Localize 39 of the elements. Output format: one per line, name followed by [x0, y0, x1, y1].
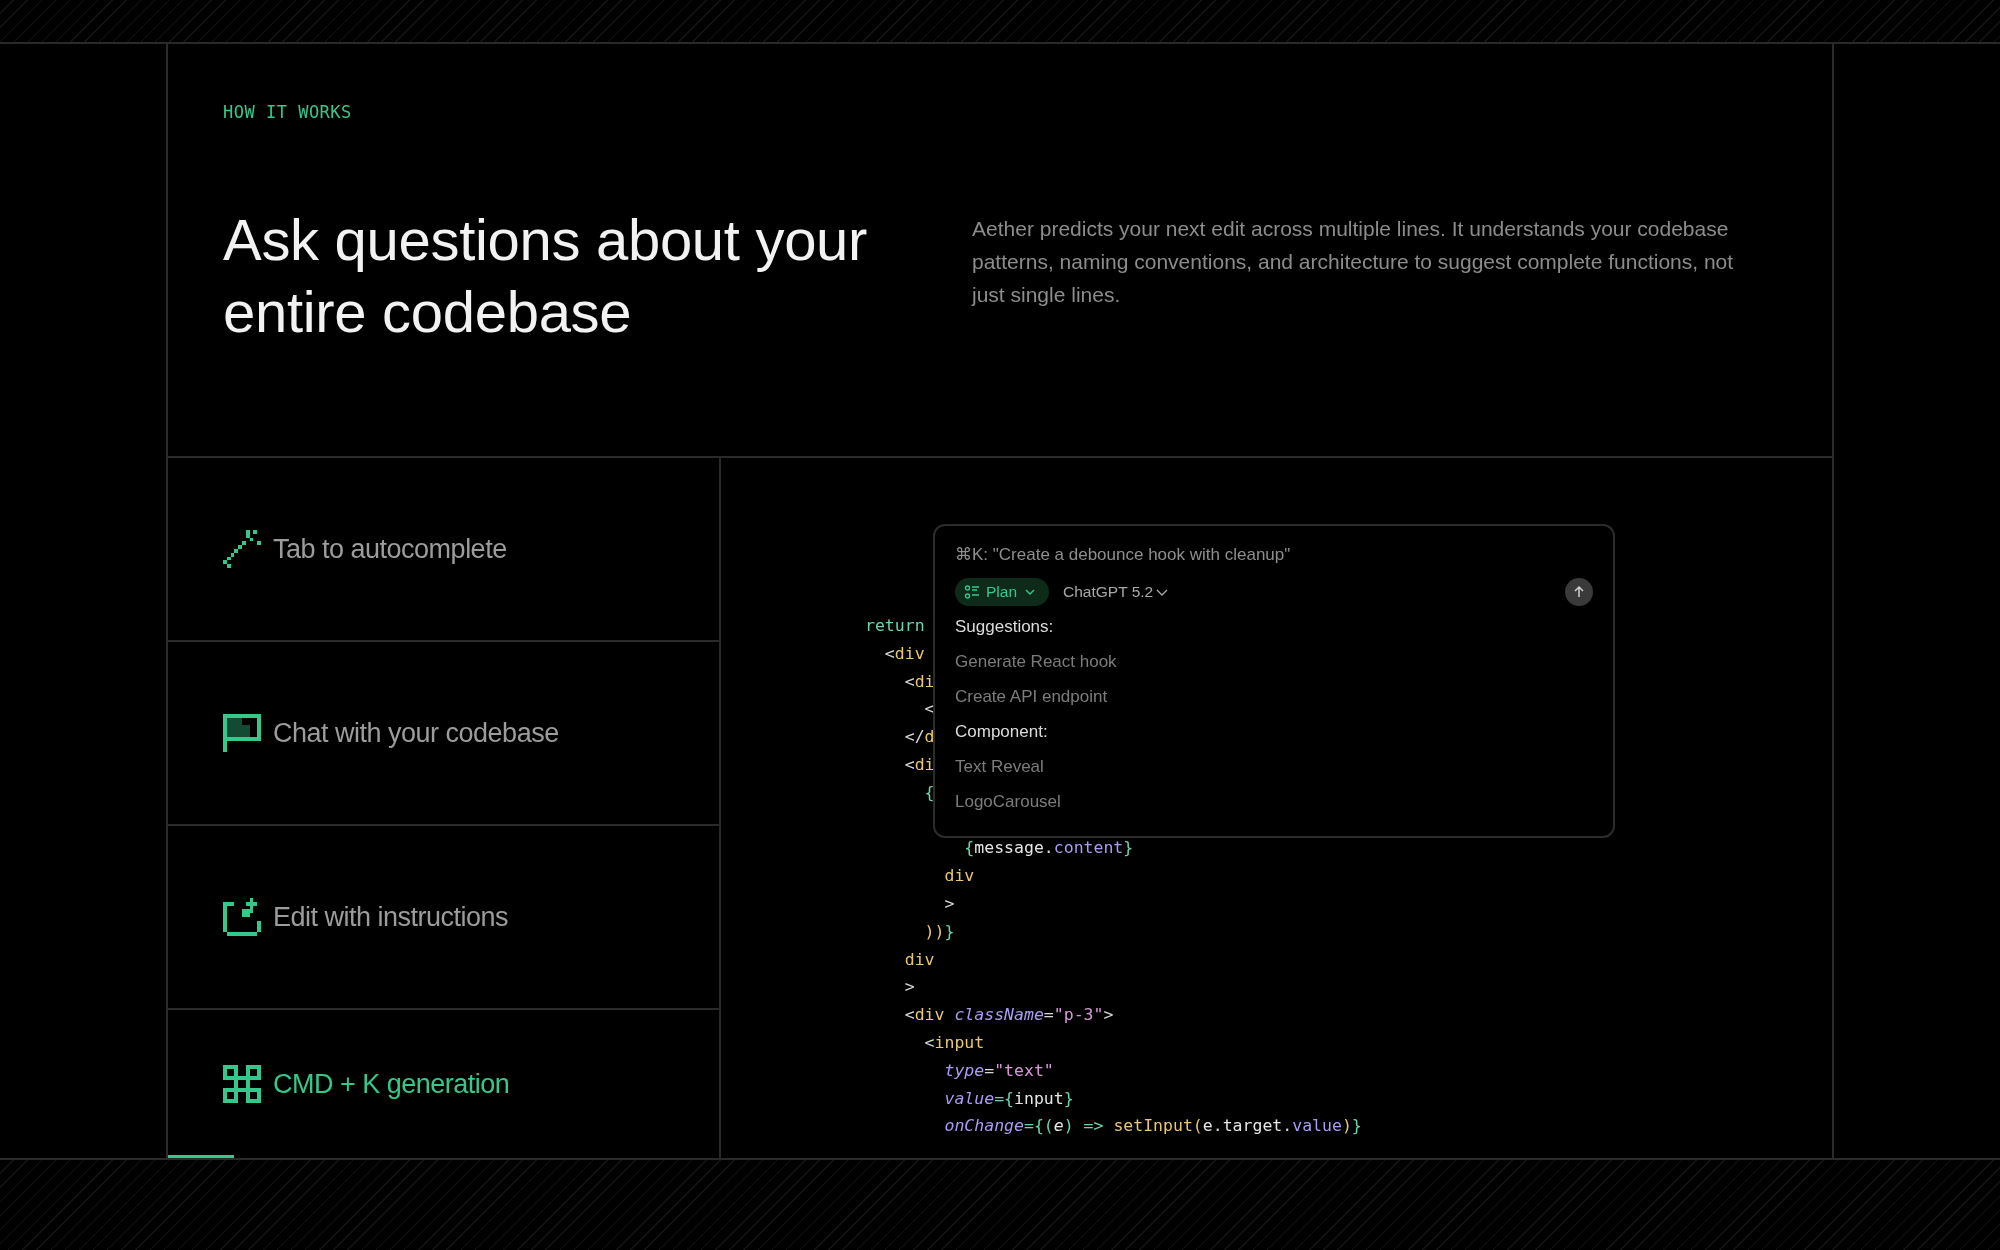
section-eyebrow: HOW IT WORKS: [223, 102, 353, 122]
edit-icon: [223, 898, 261, 936]
code-line: <div className="p-3">: [903, 1004, 1114, 1027]
code-line: <input: [923, 1031, 985, 1054]
code-line: <di: [903, 754, 935, 776]
suggestion-item[interactable]: Generate React hook: [955, 644, 1593, 679]
code-line: {message.content}: [963, 837, 1134, 860]
code-line: return: [865, 615, 925, 637]
command-icon: [223, 1065, 261, 1103]
code-line: <div: [883, 642, 925, 665]
code-line: onChange={(e) => setInput(e.target.value)}: [943, 1115, 1362, 1138]
feature-tab[interactable]: Tab to autocomplete: [168, 458, 719, 642]
suggestion-item[interactable]: LogoCarousel: [955, 784, 1593, 819]
send-button[interactable]: [1565, 578, 1593, 606]
code-line: {: [923, 781, 935, 804]
section-heading: Component:: [955, 721, 1049, 743]
feature-tab[interactable]: Chat with your codebase: [168, 642, 719, 826]
mode-dropdown[interactable]: Plan: [955, 578, 1050, 606]
wand-icon: [223, 530, 261, 568]
code-line: ))}: [923, 920, 955, 943]
suggestion-item[interactable]: Text Reveal: [955, 749, 1593, 784]
description: Aether predicts your next edit across multiple lines. It understands your codebase patterns, naming conventions, and architecture to suggest complete functions, not just single lines.: [972, 216, 1735, 308]
suggestion-item[interactable]: Create API endpoint: [955, 679, 1593, 714]
section-heading: Suggestions:: [955, 616, 1055, 638]
code-line: >: [903, 976, 915, 999]
feature-tab[interactable]: CMD + K generation: [168, 1010, 719, 1158]
headline: Ask questions about your entire codebase: [223, 206, 869, 346]
code-line: div: [943, 865, 975, 888]
feature-tab[interactable]: Edit with instructions: [168, 826, 719, 1010]
model-dropdown[interactable]: ChatGPT 5.2: [1063, 583, 1170, 601]
code-line: </d: [903, 726, 935, 749]
code-line: value={input}: [943, 1087, 1074, 1110]
code-line: <di: [903, 670, 935, 693]
prompt-text: ⌘K: "Create a debounce hook with cleanup": [955, 544, 1292, 565]
code-line: type="text": [943, 1059, 1054, 1082]
code-line: >: [943, 892, 955, 915]
chat-icon: [223, 714, 261, 752]
list-icon: [964, 584, 980, 600]
code-line: div: [903, 948, 935, 971]
